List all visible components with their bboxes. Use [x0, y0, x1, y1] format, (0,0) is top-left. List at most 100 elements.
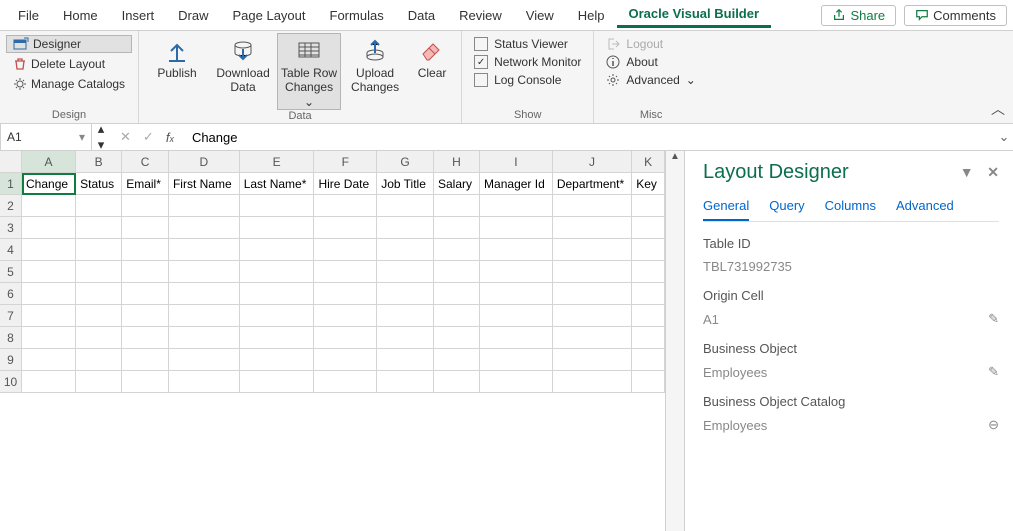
cell-B1[interactable]: Status: [76, 173, 122, 195]
status-viewer-checkbox[interactable]: Status Viewer: [474, 37, 581, 51]
cell-B9[interactable]: [76, 349, 122, 371]
col-header-E[interactable]: E: [240, 151, 315, 173]
col-header-H[interactable]: H: [434, 151, 480, 173]
cell-E9[interactable]: [240, 349, 315, 371]
cell-F8[interactable]: [314, 327, 377, 349]
cell-C4[interactable]: [122, 239, 169, 261]
cell-D8[interactable]: [169, 327, 240, 349]
row-header-6[interactable]: 6: [0, 283, 22, 305]
cell-H2[interactable]: [434, 195, 480, 217]
cell-J1[interactable]: Department*: [553, 173, 632, 195]
cell-G2[interactable]: [377, 195, 434, 217]
cell-B5[interactable]: [76, 261, 122, 283]
cell-A8[interactable]: [22, 327, 76, 349]
clear-button[interactable]: Clear: [409, 33, 455, 81]
cell-J7[interactable]: [553, 305, 632, 327]
col-header-D[interactable]: D: [169, 151, 240, 173]
cell-J8[interactable]: [553, 327, 632, 349]
table-row-changes-button[interactable]: Table Row Changes ⌄: [277, 33, 341, 110]
download-data-button[interactable]: Download Data: [211, 33, 275, 96]
cell-J2[interactable]: [553, 195, 632, 217]
cell-G9[interactable]: [377, 349, 434, 371]
link-icon[interactable]: ⊖: [988, 417, 999, 433]
cell-B7[interactable]: [76, 305, 122, 327]
cell-K9[interactable]: [632, 349, 665, 371]
row-header-1[interactable]: 1: [0, 173, 22, 195]
name-box-spinner[interactable]: ▴▾: [92, 121, 110, 153]
row-header-10[interactable]: 10: [0, 371, 22, 393]
row-header-8[interactable]: 8: [0, 327, 22, 349]
collapse-ribbon-icon[interactable]: ︿: [991, 99, 1005, 119]
about-button[interactable]: About: [606, 55, 695, 69]
cell-D7[interactable]: [169, 305, 240, 327]
cell-I2[interactable]: [480, 195, 553, 217]
cell-D9[interactable]: [169, 349, 240, 371]
col-header-F[interactable]: F: [314, 151, 377, 173]
cell-F7[interactable]: [314, 305, 377, 327]
col-header-A[interactable]: A: [22, 151, 76, 173]
cell-E5[interactable]: [240, 261, 315, 283]
select-all-corner[interactable]: [0, 151, 22, 173]
panel-tab-general[interactable]: General: [703, 198, 749, 221]
formula-expand-icon[interactable]: ⌄: [995, 129, 1013, 145]
panel-tab-columns[interactable]: Columns: [825, 198, 876, 221]
cell-G8[interactable]: [377, 327, 434, 349]
publish-button[interactable]: Publish: [145, 33, 209, 81]
cell-H10[interactable]: [434, 371, 480, 393]
col-header-J[interactable]: J: [553, 151, 632, 173]
col-header-G[interactable]: G: [377, 151, 434, 173]
cell-E10[interactable]: [240, 371, 315, 393]
cell-C5[interactable]: [122, 261, 169, 283]
tab-review[interactable]: Review: [447, 4, 514, 27]
name-box[interactable]: A1 ▾: [0, 124, 92, 150]
tab-data[interactable]: Data: [396, 4, 447, 27]
cell-H5[interactable]: [434, 261, 480, 283]
cell-K6[interactable]: [632, 283, 665, 305]
tab-view[interactable]: View: [514, 4, 566, 27]
cell-K7[interactable]: [632, 305, 665, 327]
cell-A7[interactable]: [22, 305, 76, 327]
formula-input[interactable]: [184, 124, 995, 150]
tab-formulas[interactable]: Formulas: [318, 4, 396, 27]
row-header-5[interactable]: 5: [0, 261, 22, 283]
fx-icon[interactable]: fx: [166, 130, 174, 145]
cell-I5[interactable]: [480, 261, 553, 283]
cell-H6[interactable]: [434, 283, 480, 305]
cell-F5[interactable]: [314, 261, 377, 283]
cell-G1[interactable]: Job Title: [377, 173, 434, 195]
tab-insert[interactable]: Insert: [110, 4, 167, 27]
cell-A5[interactable]: [22, 261, 76, 283]
cell-B10[interactable]: [76, 371, 122, 393]
cell-J3[interactable]: [553, 217, 632, 239]
cell-C3[interactable]: [122, 217, 169, 239]
cell-C8[interactable]: [122, 327, 169, 349]
panel-dropdown-icon[interactable]: ▼: [960, 164, 974, 180]
col-header-K[interactable]: K: [632, 151, 665, 173]
cell-H7[interactable]: [434, 305, 480, 327]
col-header-C[interactable]: C: [122, 151, 169, 173]
tab-home[interactable]: Home: [51, 4, 110, 27]
cell-H8[interactable]: [434, 327, 480, 349]
tab-file[interactable]: File: [6, 4, 51, 27]
cell-K5[interactable]: [632, 261, 665, 283]
cell-K10[interactable]: [632, 371, 665, 393]
cell-A3[interactable]: [22, 217, 76, 239]
cell-I4[interactable]: [480, 239, 553, 261]
cell-J9[interactable]: [553, 349, 632, 371]
upload-changes-button[interactable]: Upload Changes: [343, 33, 407, 96]
pencil-icon[interactable]: ✎: [988, 364, 999, 380]
cell-C10[interactable]: [122, 371, 169, 393]
chevron-down-icon[interactable]: ▾: [79, 130, 85, 144]
row-header-3[interactable]: 3: [0, 217, 22, 239]
row-header-7[interactable]: 7: [0, 305, 22, 327]
cell-B4[interactable]: [76, 239, 122, 261]
cell-A9[interactable]: [22, 349, 76, 371]
cell-K3[interactable]: [632, 217, 665, 239]
pencil-icon[interactable]: ✎: [988, 311, 999, 327]
cell-G5[interactable]: [377, 261, 434, 283]
accept-icon[interactable]: ✓: [143, 129, 154, 145]
cell-B8[interactable]: [76, 327, 122, 349]
tab-oracle-visual-builder[interactable]: Oracle Visual Builder: [617, 2, 772, 28]
cell-B2[interactable]: [76, 195, 122, 217]
cell-F4[interactable]: [314, 239, 377, 261]
